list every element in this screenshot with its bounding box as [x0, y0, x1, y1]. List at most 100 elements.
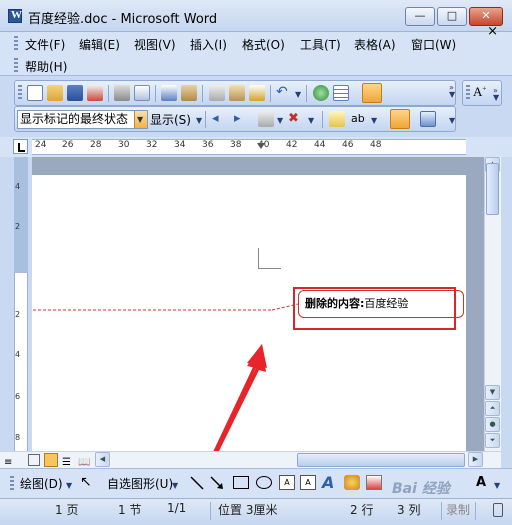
- display-for-review-select[interactable]: 显示标记的最终状态: [17, 110, 148, 129]
- permission-icon[interactable]: [87, 85, 103, 101]
- scroll-right-button[interactable]: ▶: [468, 452, 483, 467]
- track-changes-icon[interactable]: [390, 109, 410, 129]
- font-color-icon[interactable]: A: [476, 475, 492, 490]
- highlight-icon[interactable]: ab: [351, 111, 367, 127]
- copy-icon[interactable]: [209, 85, 225, 101]
- arrow-tool-icon[interactable]: [210, 476, 224, 490]
- scroll-left-button[interactable]: ◀: [95, 452, 110, 467]
- menu-window[interactable]: 窗口(W): [411, 36, 456, 53]
- vertical-ruler-number: 4: [15, 350, 21, 359]
- hyperlink-globe-icon[interactable]: [313, 85, 329, 101]
- spelling-icon[interactable]: [161, 85, 177, 101]
- previous-change-icon[interactable]: ◂: [212, 111, 228, 127]
- undo-dropdown-icon[interactable]: ▼: [295, 90, 301, 99]
- rectangle-tool-icon[interactable]: [233, 476, 249, 489]
- toolbar-options-icon[interactable]: » ▼: [493, 87, 499, 102]
- vertical-text-box-icon[interactable]: A: [300, 475, 316, 490]
- menubar-grip-2[interactable]: [14, 58, 18, 72]
- toolbar-grip[interactable]: [466, 85, 470, 101]
- insert-table-icon[interactable]: [333, 85, 349, 101]
- separator: [270, 85, 271, 102]
- accept-change-icon[interactable]: [258, 111, 274, 127]
- scroll-down-button[interactable]: ▼: [485, 385, 500, 400]
- format-painter-icon[interactable]: [249, 85, 265, 101]
- menu-view[interactable]: 视图(V): [134, 36, 176, 53]
- menu-file[interactable]: 文件(F): [25, 36, 65, 53]
- accept-dropdown-icon[interactable]: ▼: [277, 116, 283, 125]
- toolbar-options-icon[interactable]: » ▼: [449, 84, 455, 99]
- select-objects-icon[interactable]: ↖: [80, 474, 92, 490]
- draw-dropdown-icon[interactable]: ▼: [66, 481, 72, 490]
- reject-dropdown-icon[interactable]: ▼: [308, 116, 314, 125]
- line-tool-icon[interactable]: [190, 476, 204, 490]
- draw-menu-button[interactable]: 绘图(D): [20, 475, 63, 492]
- print-icon[interactable]: [114, 85, 130, 101]
- standard-toolbar: ↶ ▼ » ▼: [14, 80, 456, 106]
- reject-change-icon[interactable]: ✖: [288, 111, 304, 127]
- previous-page-button[interactable]: ⏶: [485, 401, 500, 416]
- print-layout-view-icon[interactable]: [44, 453, 58, 467]
- select-browse-object-button[interactable]: ●: [485, 417, 500, 432]
- vertical-ruler-number: 2: [15, 222, 21, 231]
- reviewing-pane-icon[interactable]: [420, 111, 436, 127]
- save-icon[interactable]: [67, 85, 83, 101]
- menu-tools[interactable]: 工具(T): [300, 36, 341, 53]
- menu-edit[interactable]: 编辑(E): [79, 36, 120, 53]
- minimize-button[interactable]: —: [405, 7, 435, 26]
- menu-insert[interactable]: 插入(I): [190, 36, 227, 53]
- menu-table[interactable]: 表格(A): [354, 36, 396, 53]
- tab-stop-selector[interactable]: [13, 139, 28, 154]
- normal-view-icon[interactable]: ≡: [4, 454, 16, 468]
- horizontal-scroll-thumb[interactable]: [297, 453, 465, 467]
- indent-marker-icon[interactable]: [257, 143, 265, 149]
- vertical-ruler-number: 4: [15, 182, 21, 191]
- status-record[interactable]: 录制: [446, 501, 470, 518]
- reading-layout-view-icon[interactable]: 📖: [78, 454, 90, 468]
- insert-comment-icon[interactable]: [329, 111, 345, 127]
- research-icon[interactable]: [181, 85, 197, 101]
- menu-format[interactable]: 格式(O): [242, 36, 285, 53]
- close-document-icon[interactable]: ×: [487, 24, 498, 39]
- horizontal-scrollbar[interactable]: ≡ ☰ 📖 ◀ ▶: [0, 451, 501, 468]
- next-change-icon[interactable]: ▸: [234, 111, 250, 127]
- word-app-icon[interactable]: [8, 9, 22, 23]
- ruler-number: 34: [174, 140, 186, 150]
- toolbar-options-icon[interactable]: ▼: [449, 116, 455, 125]
- show-dropdown-icon[interactable]: ▼: [196, 116, 202, 125]
- highlight-dropdown-icon[interactable]: ▼: [371, 116, 377, 125]
- wordart-icon[interactable]: A: [322, 473, 334, 492]
- menu-help[interactable]: 帮助(H): [25, 58, 67, 75]
- autoshapes-menu-button[interactable]: 自选图形(U): [107, 475, 173, 492]
- new-document-icon[interactable]: [27, 85, 43, 101]
- print-preview-icon[interactable]: [134, 85, 150, 101]
- spelling-status-icon[interactable]: [493, 503, 503, 517]
- scroll-thumb[interactable]: [486, 163, 499, 215]
- ruler-number: 38: [230, 140, 242, 150]
- diagram-icon[interactable]: [344, 475, 360, 490]
- menubar-grip[interactable]: [14, 36, 18, 50]
- font-color-dropdown-icon[interactable]: ▼: [494, 481, 500, 490]
- vertical-ruler-number: 2: [15, 310, 21, 319]
- outline-view-icon[interactable]: ☰: [62, 454, 74, 468]
- open-folder-icon[interactable]: [47, 85, 63, 101]
- toolbar-grip[interactable]: [10, 476, 14, 492]
- paste-icon[interactable]: [229, 85, 245, 101]
- toolbar-grip[interactable]: [18, 85, 22, 101]
- web-layout-view-icon[interactable]: [28, 454, 40, 466]
- chevron-down-icon[interactable]: [134, 111, 147, 128]
- clip-art-icon[interactable]: [366, 475, 382, 490]
- separator: [306, 85, 307, 102]
- status-divider: [475, 502, 476, 520]
- highlight-box: [293, 287, 456, 330]
- autoshapes-dropdown-icon[interactable]: ▼: [172, 481, 178, 490]
- oval-tool-icon[interactable]: [256, 476, 272, 489]
- ruler-number: 48: [370, 140, 382, 150]
- track-changes-active-icon[interactable]: [362, 83, 382, 103]
- text-box-icon[interactable]: A: [279, 475, 295, 490]
- undo-icon[interactable]: ↶: [276, 85, 292, 101]
- maximize-button[interactable]: □: [437, 7, 467, 26]
- show-menu-button[interactable]: 显示(S): [150, 111, 191, 128]
- next-page-button[interactable]: ⏷: [485, 433, 500, 448]
- vertical-scrollbar[interactable]: ▲ ▼ ⏶ ● ⏷: [484, 157, 501, 451]
- font-size-grow-icon[interactable]: A+: [473, 84, 486, 100]
